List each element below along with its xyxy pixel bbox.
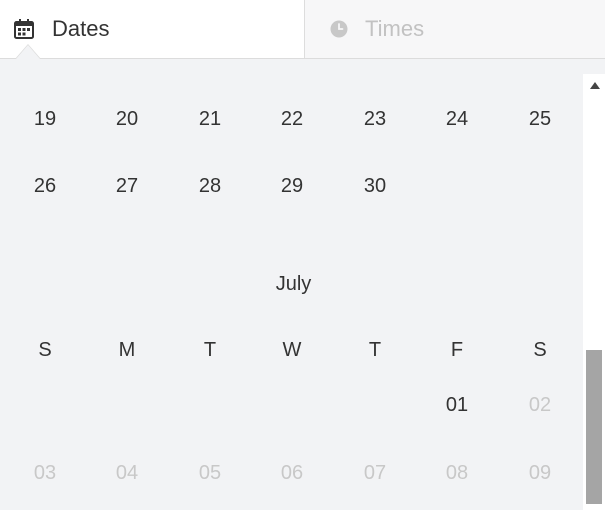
weekday-label: T bbox=[368, 339, 382, 361]
month-title: July bbox=[275, 273, 312, 295]
calendar-icon bbox=[12, 17, 36, 41]
day-cell-disabled: 03 bbox=[33, 462, 57, 484]
day-cell[interactable]: 26 bbox=[15, 171, 75, 201]
calendar-week-row: 19 20 21 22 23 24 25 bbox=[0, 104, 583, 134]
active-tab-pointer bbox=[16, 45, 40, 59]
weekday-label: T bbox=[203, 339, 217, 361]
day-cell[interactable]: 22 bbox=[262, 104, 322, 134]
weekday-label: M bbox=[118, 339, 136, 361]
day-cell[interactable]: 30 bbox=[345, 171, 405, 201]
calendar-panel: 19 20 21 22 23 24 25 26 27 28 29 30 July… bbox=[0, 59, 583, 510]
tab-times-label: Times bbox=[365, 16, 425, 41]
day-cell[interactable]: 21 bbox=[180, 104, 240, 134]
day-cell-disabled: 07 bbox=[363, 462, 387, 484]
tab-times[interactable]: Times bbox=[304, 0, 605, 58]
scroll-up-arrow-icon[interactable] bbox=[590, 82, 600, 89]
weekday-label: S bbox=[38, 339, 52, 361]
day-cell[interactable]: 29 bbox=[262, 171, 322, 201]
weekday-header-row: S M T W T F S bbox=[0, 335, 583, 365]
scroll-thumb[interactable] bbox=[586, 350, 602, 504]
day-cell-disabled: 06 bbox=[280, 462, 304, 484]
vertical-scrollbar[interactable] bbox=[583, 74, 605, 510]
weekday-label: S bbox=[533, 339, 547, 361]
day-cell-disabled: 09 bbox=[528, 462, 552, 484]
day-cell[interactable]: 23 bbox=[345, 104, 405, 134]
clock-icon bbox=[329, 19, 349, 39]
calendar-week-row: 01 02 bbox=[0, 390, 583, 420]
day-cell[interactable]: 24 bbox=[427, 104, 487, 134]
day-cell-disabled: 08 bbox=[445, 462, 469, 484]
day-cell-disabled: 05 bbox=[198, 462, 222, 484]
day-cell-disabled: 04 bbox=[115, 462, 139, 484]
day-cell[interactable]: 28 bbox=[180, 171, 240, 201]
day-cell[interactable]: 27 bbox=[97, 171, 157, 201]
weekday-label: W bbox=[282, 339, 302, 361]
calendar-week-row: 03 04 05 06 07 08 09 bbox=[0, 458, 583, 488]
tab-dates-label: Dates bbox=[52, 16, 110, 41]
tab-dates[interactable]: Dates bbox=[0, 0, 304, 58]
day-cell-disabled: 02 bbox=[528, 394, 552, 416]
tab-bar: Dates Times bbox=[0, 0, 605, 59]
day-cell[interactable]: 25 bbox=[510, 104, 570, 134]
day-cell[interactable]: 19 bbox=[15, 104, 75, 134]
day-cell[interactable]: 20 bbox=[97, 104, 157, 134]
weekday-label: F bbox=[450, 339, 464, 361]
day-cell[interactable]: 01 bbox=[427, 390, 487, 420]
calendar-week-row: 26 27 28 29 30 bbox=[0, 171, 583, 201]
